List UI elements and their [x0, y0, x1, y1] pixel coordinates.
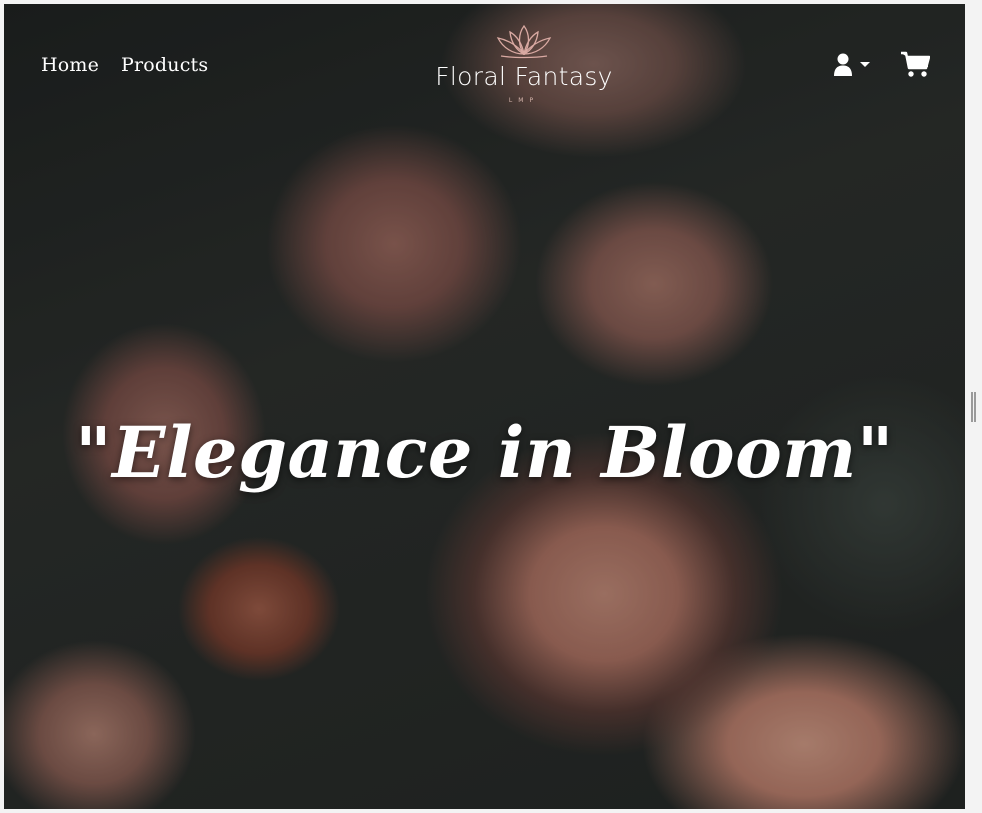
hero-background-image	[4, 4, 965, 809]
scrollbar-thumb[interactable]	[971, 392, 976, 422]
brand-name: Floral Fantasy	[435, 62, 613, 91]
lotus-logo-icon	[496, 24, 552, 59]
browser-frame: Home Products Floral Fantasy LMP "Elegan…	[0, 0, 982, 813]
hero-section: Home Products Floral Fantasy LMP "Elegan…	[4, 4, 965, 809]
user-icon	[834, 53, 870, 76]
shopping-cart-icon	[901, 51, 931, 77]
caret-down-icon	[860, 62, 870, 67]
navbar: Home Products Floral Fantasy LMP	[4, 4, 965, 124]
brand-subtitle: LMP	[508, 97, 540, 104]
nav-products-link[interactable]: Products	[121, 54, 208, 76]
user-menu-dropdown[interactable]	[833, 52, 873, 78]
page-scrollbar[interactable]	[965, 4, 982, 809]
nav-home-link[interactable]: Home	[41, 54, 99, 76]
hero-quote: "Elegance in Bloom"	[75, 410, 894, 494]
brand-logo[interactable]: Floral Fantasy LMP	[424, 20, 624, 110]
cart-button[interactable]	[900, 49, 931, 79]
